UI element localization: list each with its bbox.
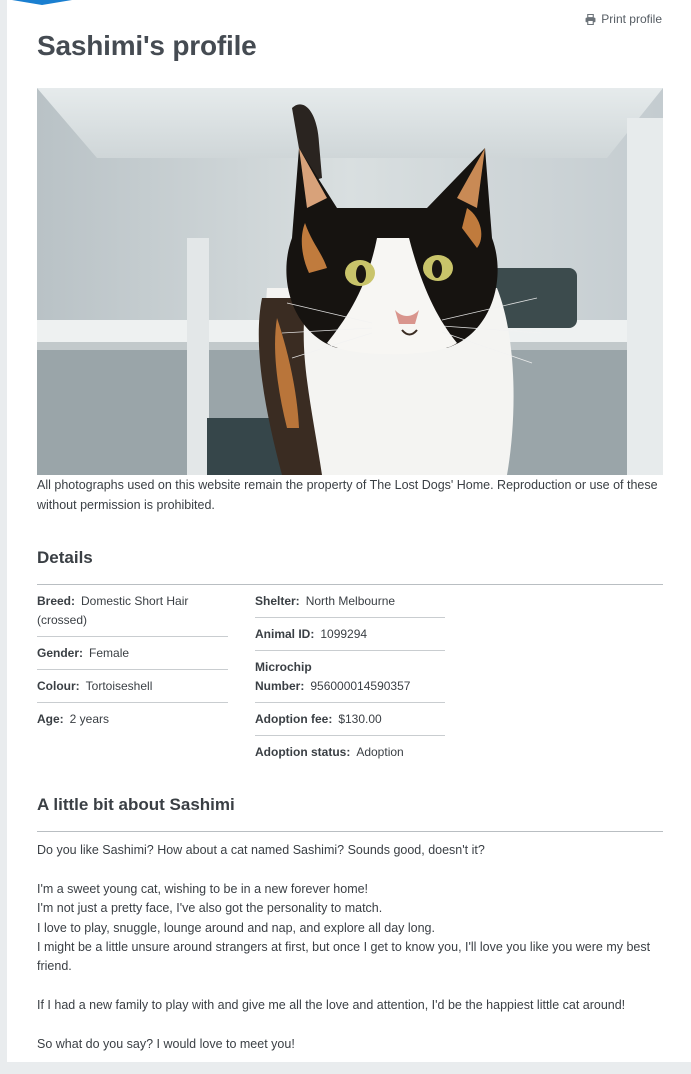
about-paragraph: If I had a new family to play with and g… <box>37 998 626 1013</box>
detail-value: 1099294 <box>320 627 368 641</box>
about-heading: A little bit about Sashimi <box>37 795 235 814</box>
detail-colour: Colour: Tortoiseshell <box>37 670 228 703</box>
about-line: I love to play, snuggle, lounge around a… <box>37 920 435 935</box>
detail-label: Adoption fee: <box>255 712 333 726</box>
about-paragraph: I'm a sweet young cat, wishing to be in … <box>37 880 663 977</box>
detail-shelter: Shelter: North Melbourne <box>255 585 445 618</box>
detail-adoption-fee: Adoption fee: $130.00 <box>255 703 445 736</box>
details-right-column: Shelter: North Melbourne Animal ID: 109929… <box>255 585 445 768</box>
detail-value: 956000014590357 <box>310 679 411 693</box>
detail-value: $130.00 <box>338 712 382 726</box>
detail-value: Female <box>89 646 130 660</box>
detail-label: Shelter: <box>255 594 300 608</box>
details-heading: Details <box>37 548 93 567</box>
about-line: I'm not just a pretty face, I've also go… <box>37 901 383 916</box>
about-divider <box>37 831 663 832</box>
detail-label: Adoption status: <box>255 745 351 759</box>
detail-value: 2 years <box>69 712 110 726</box>
detail-breed: Breed: Domestic Short Hair (crossed) <box>37 585 228 637</box>
page-title: Sashimi's profile <box>37 30 257 61</box>
about-paragraph: So what do you say? I would love to meet… <box>37 1037 295 1052</box>
about-text: Do you like Sashimi? How about a cat nam… <box>37 841 663 1074</box>
about-line: I'm a sweet young cat, wishing to be in … <box>37 881 369 896</box>
detail-label: Gender: <box>37 646 84 660</box>
details-left-column: Breed: Domestic Short Hair (crossed) Gend… <box>37 585 228 735</box>
about-line: I might be a little unsure around strang… <box>37 940 651 974</box>
profile-page: Print profile Sashimi's profile All phot… <box>7 0 691 1062</box>
top-nav-tab[interactable] <box>12 0 72 5</box>
detail-label: Age: <box>37 712 64 726</box>
detail-age: Age: 2 years <box>37 703 228 735</box>
detail-microchip: Microchip Number: 956000014590357 <box>255 651 445 703</box>
detail-label: Colour: <box>37 679 80 693</box>
about-paragraph: Do you like Sashimi? How about a cat nam… <box>37 843 485 857</box>
detail-value: North Melbourne <box>305 594 396 608</box>
detail-value: Tortoiseshell <box>85 679 153 693</box>
detail-gender: Gender: Female <box>37 637 228 670</box>
detail-animal-id: Animal ID: 1099294 <box>255 618 445 651</box>
photo-caption: All photographs used on this website rem… <box>37 478 658 512</box>
detail-label: Animal ID: <box>255 627 315 641</box>
printer-icon <box>585 13 596 25</box>
pet-photo <box>37 88 663 475</box>
detail-label: Breed: <box>37 594 76 608</box>
print-profile-link[interactable]: Print profile <box>585 12 662 26</box>
detail-adoption-status: Adoption status: Adoption <box>255 736 445 768</box>
detail-value: Adoption <box>356 745 404 759</box>
detail-label: Number: <box>255 679 305 693</box>
print-profile-label: Print profile <box>601 12 662 26</box>
detail-label: Microchip <box>255 660 312 674</box>
